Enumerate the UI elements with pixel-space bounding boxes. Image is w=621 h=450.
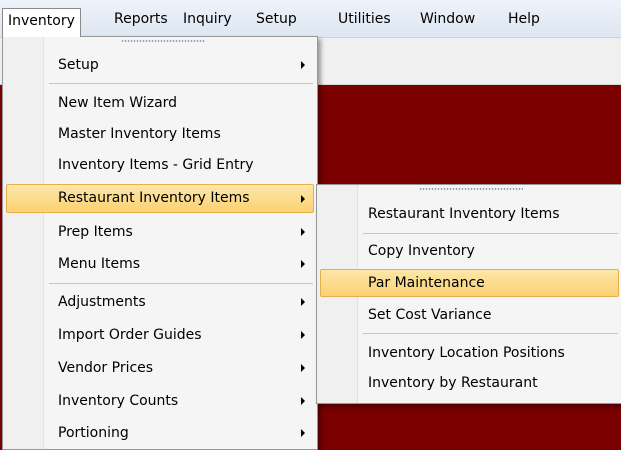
menu-item-label: Vendor Prices [58, 360, 154, 376]
menu-item-setup[interactable]: Setup [3, 51, 317, 79]
menu-item-vendor-prices[interactable]: Vendor Prices [3, 354, 317, 382]
menu-item-label: Inventory Items - Grid Entry [58, 157, 254, 173]
menu-setup[interactable]: Setup [256, 9, 297, 29]
menu-item-inventory-counts[interactable]: Inventory Counts [3, 387, 317, 415]
menu-item-label: Prep Items [58, 224, 133, 240]
submenu-arrow-icon [301, 429, 305, 437]
menu-item-master-inventory-items[interactable]: Master Inventory Items [3, 120, 317, 148]
menu-separator [363, 333, 618, 334]
submenu-arrow-icon [301, 260, 305, 268]
menu-separator [49, 283, 313, 284]
menu-item-label: Restaurant Inventory Items [368, 206, 560, 222]
menu-item-label: Adjustments [58, 294, 146, 310]
menu-item-inventory-items-grid-entry[interactable]: Inventory Items - Grid Entry [3, 151, 317, 179]
menu-item-label: Par Maintenance [368, 275, 485, 291]
menu-help[interactable]: Help [508, 9, 540, 29]
submenu-item-inventory-location-positions[interactable]: Inventory Location Positions [317, 339, 621, 367]
submenu-item-inventory-by-restaurant[interactable]: Inventory by Restaurant [317, 369, 621, 397]
restaurant-inventory-submenu: Restaurant Inventory Items Copy Inventor… [316, 184, 621, 404]
menu-separator [49, 83, 313, 84]
submenu-arrow-icon [301, 364, 305, 372]
menu-item-new-item-wizard[interactable]: New Item Wizard [3, 89, 317, 117]
menu-item-label: Inventory Counts [58, 393, 179, 409]
menu-item-import-order-guides[interactable]: Import Order Guides [3, 321, 317, 349]
menu-item-portioning[interactable]: Portioning [3, 419, 317, 447]
submenu-arrow-icon [301, 331, 305, 339]
menu-item-label: Copy Inventory [368, 243, 475, 259]
menu-item-label: Inventory by Restaurant [368, 375, 538, 391]
submenu-arrow-icon [301, 228, 305, 236]
menu-inventory[interactable]: Inventory [2, 8, 81, 37]
menu-item-label: Portioning [58, 425, 129, 441]
menu-item-prep-items[interactable]: Prep Items [3, 218, 317, 246]
menu-utilities[interactable]: Utilities [338, 9, 391, 29]
submenu-item-restaurant-inventory-items[interactable]: Restaurant Inventory Items [317, 200, 621, 228]
menu-item-restaurant-inventory-items[interactable]: Restaurant Inventory Items [6, 184, 314, 213]
menu-window[interactable]: Window [420, 9, 475, 29]
menu-item-label: Import Order Guides [58, 327, 202, 343]
submenu-arrow-icon [301, 61, 305, 69]
menu-item-adjustments[interactable]: Adjustments [3, 288, 317, 316]
menu-item-label: Setup [58, 57, 99, 73]
menu-item-label: Inventory Location Positions [368, 345, 565, 361]
submenu-arrow-icon [301, 195, 305, 203]
menu-item-label: Master Inventory Items [58, 126, 221, 142]
menu-item-label: New Item Wizard [58, 95, 178, 111]
menu-reports[interactable]: Reports [114, 9, 168, 29]
menu-grip[interactable] [419, 188, 523, 190]
submenu-item-par-maintenance[interactable]: Par Maintenance [320, 269, 619, 297]
menu-item-menu-items[interactable]: Menu Items [3, 250, 317, 278]
inventory-dropdown: Setup New Item Wizard Master Inventory I… [2, 36, 318, 450]
submenu-arrow-icon [301, 397, 305, 405]
menu-inquiry[interactable]: Inquiry [183, 9, 232, 29]
menu-item-label: Menu Items [58, 256, 141, 272]
menu-item-label: Set Cost Variance [368, 307, 492, 323]
menu-grip[interactable] [121, 40, 205, 42]
menu-item-label: Restaurant Inventory Items [58, 190, 250, 206]
submenu-item-copy-inventory[interactable]: Copy Inventory [317, 237, 621, 265]
menubar: Inventory Reports Inquiry Setup Utilitie… [0, 0, 621, 38]
menu-separator [363, 233, 618, 234]
submenu-arrow-icon [301, 298, 305, 306]
submenu-item-set-cost-variance[interactable]: Set Cost Variance [317, 301, 621, 329]
